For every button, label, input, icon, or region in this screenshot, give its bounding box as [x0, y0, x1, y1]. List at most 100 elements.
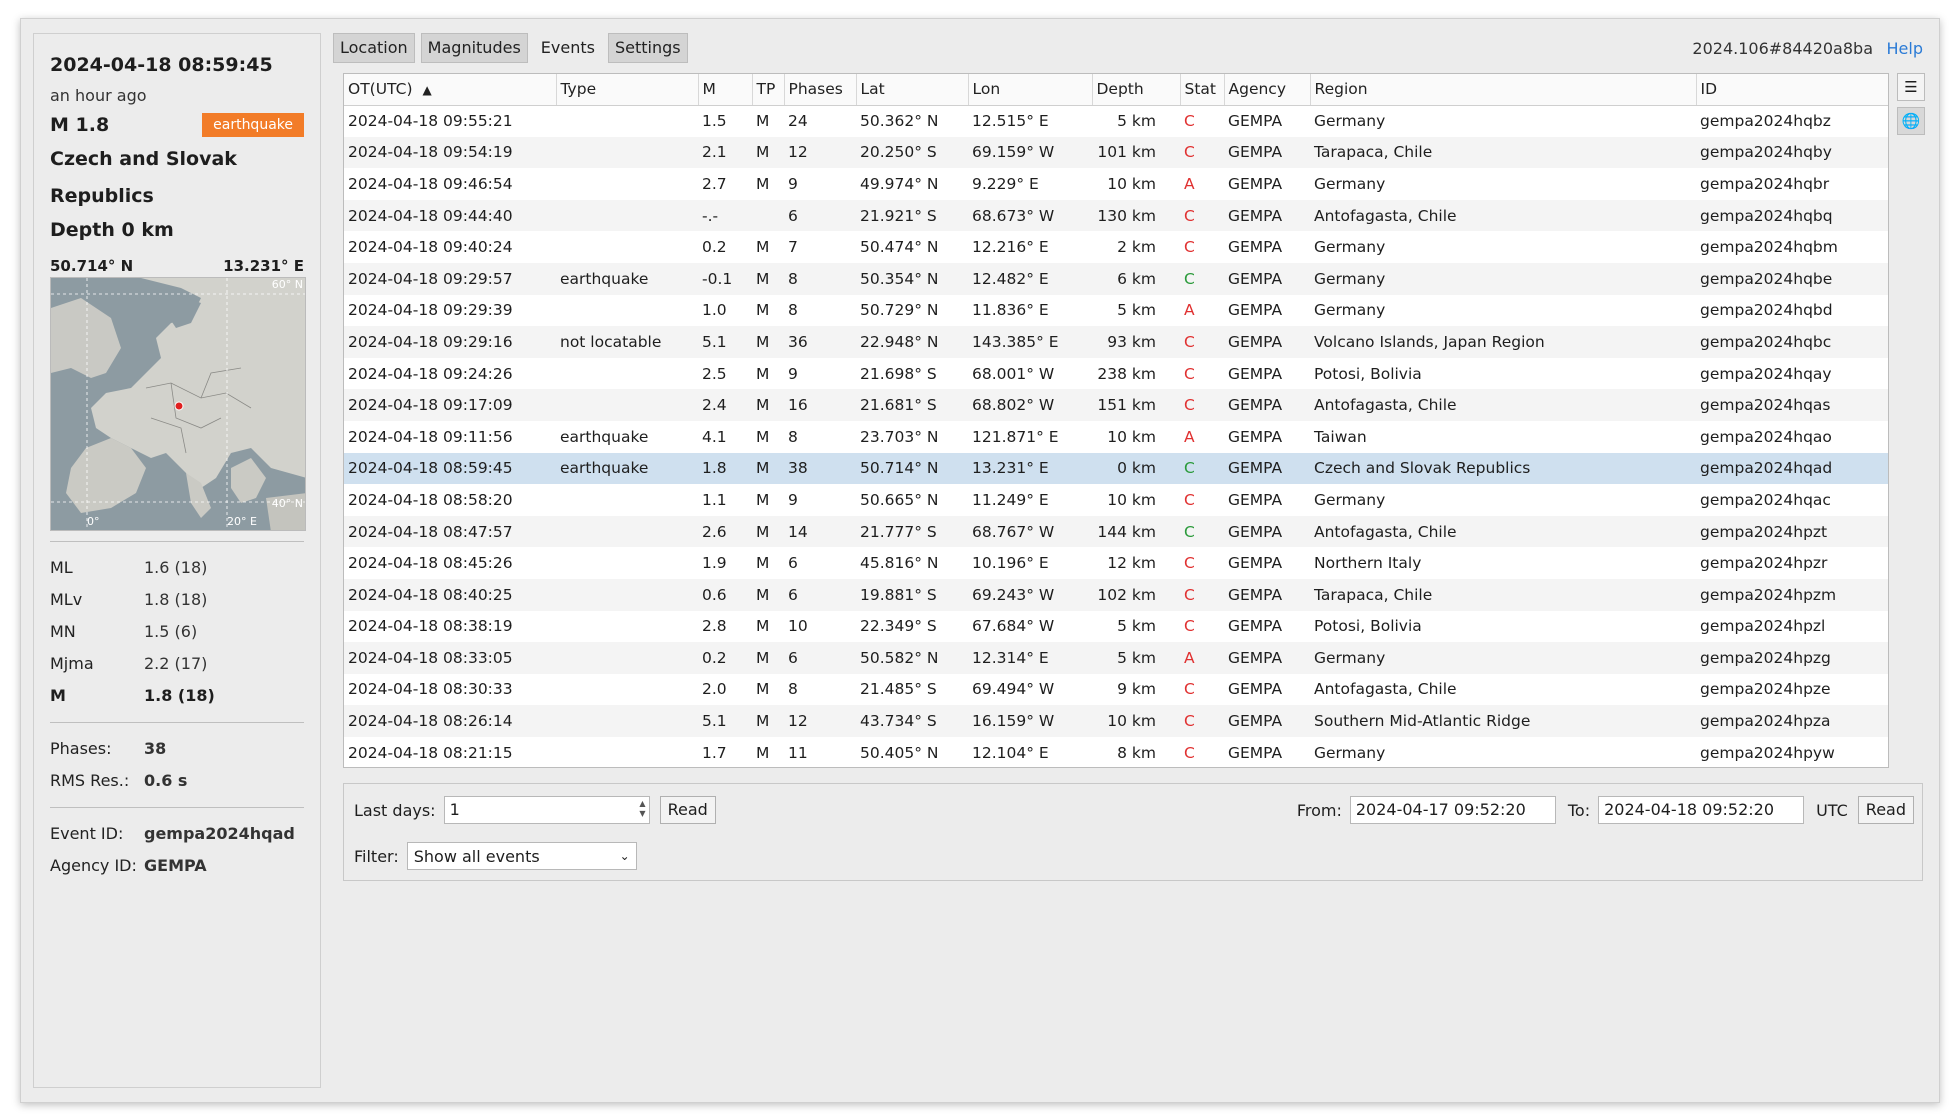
cell-region: Antofagasta, Chile [1310, 389, 1696, 421]
column-header-tp[interactable]: TP [752, 74, 785, 106]
cell-lon: 69.494° W [972, 680, 1055, 699]
table-row[interactable]: 2024-04-18 09:29:39 1.0 M 8 50.729° N 11.836°… [344, 295, 1888, 327]
column-header-type[interactable]: Type [556, 74, 699, 106]
table-row[interactable]: 2024-04-18 09:46:54 2.7 M 9 49.974° N 9.229° … [344, 168, 1888, 200]
cell-id: gempa2024hqbc [1696, 326, 1888, 358]
event-location-map[interactable]: 60° N 40° N 0° 20° E [50, 277, 306, 531]
table-row[interactable]: 2024-04-18 09:54:19 2.1 M 12 20.250° S 69.159… [344, 136, 1888, 169]
table-row[interactable]: 2024-04-18 09:11:56 earthquake 4.1 M 8 23.703… [344, 421, 1888, 453]
cell-m: 5.1 [698, 326, 752, 358]
table-row[interactable]: 2024-04-18 09:44:40 -.- 6 21.921° S 68.673° … [344, 199, 1888, 232]
table-row[interactable]: 2024-04-18 08:38:19 2.8 M 10 22.349° S 67.684… [344, 611, 1888, 643]
read-days-button[interactable]: Read [659, 796, 716, 824]
tab-location[interactable]: Location [333, 33, 415, 63]
table-row[interactable]: 2024-04-18 08:47:57 2.6 M 14 21.777° S 68.767… [344, 515, 1888, 548]
cell-region: Germany [1310, 642, 1696, 674]
column-header-region[interactable]: Region [1310, 74, 1697, 106]
tab-magnitudes[interactable]: Magnitudes [420, 33, 528, 63]
cell-id: gempa2024hpza [1696, 705, 1888, 737]
cell-depth: 238 km [1097, 364, 1156, 383]
cell-m: 0.6 [698, 578, 752, 611]
map-label-lon-left: 0° [87, 515, 100, 528]
list-view-icon[interactable]: ☰ [1897, 73, 1925, 101]
agency-id-row: Agency ID: GEMPA [50, 850, 304, 882]
magnitude-value: 2.2 (17) [144, 654, 208, 673]
table-row[interactable]: 2024-04-18 09:40:24 0.2 M 7 50.474° N 12.216°… [344, 231, 1888, 263]
cell-lat: 21.485° S [860, 680, 937, 699]
cell-agency: GEMPA [1224, 578, 1310, 611]
table-row[interactable]: 2024-04-18 09:24:26 2.5 M 9 21.698° S 68.001°… [344, 358, 1888, 390]
table-row[interactable]: 2024-04-18 09:55:21 1.5 M 24 50.362° N 12.515… [344, 105, 1888, 137]
column-header-lon[interactable]: Lon [968, 74, 1093, 106]
table-row[interactable]: 2024-04-18 08:30:33 2.0 M 8 21.485° S 69.494°… [344, 674, 1888, 706]
column-header-m[interactable]: M [698, 74, 753, 106]
cell-tp: M [752, 389, 784, 421]
cell-stat: C [1180, 515, 1224, 548]
cell-lon: 68.802° W [968, 389, 1092, 421]
globe-icon[interactable]: 🌐 [1897, 107, 1925, 135]
cell-tp: M [752, 136, 784, 169]
table-row[interactable]: 2024-04-18 08:21:15 1.7 M 11 50.405° N 12.104… [344, 737, 1888, 767]
filter-select[interactable]: Show all events ⌄ [406, 842, 637, 870]
cell-lat: 50.665° N [860, 490, 939, 509]
view-switcher: ☰ 🌐 [1897, 73, 1927, 141]
cell-phases: 6 [788, 554, 798, 573]
table-row[interactable]: 2024-04-18 08:40:25 0.6 M 6 19.881° S 69.243°… [344, 578, 1888, 611]
cell-depth: 151 km [1092, 389, 1180, 421]
column-header-stat[interactable]: Stat [1180, 74, 1225, 106]
tab-events[interactable]: Events [533, 33, 602, 63]
cell-tp [752, 199, 784, 232]
cell-stat: C [1180, 389, 1224, 421]
cell-m: 1.7 [702, 743, 727, 762]
cell-ot: 2024-04-18 09:29:57 [344, 262, 556, 295]
to-date-input[interactable]: 2024-04-18 09:52:20 [1598, 796, 1805, 824]
filter-selected-value: Show all events [413, 846, 540, 866]
tab-settings[interactable]: Settings [607, 33, 688, 63]
cell-id: gempa2024hqbz [1700, 112, 1831, 131]
column-header-agency[interactable]: Agency [1224, 74, 1311, 106]
cell-lat: 45.816° N [860, 554, 939, 573]
last-days-spinbox[interactable]: 1 [443, 796, 650, 824]
cell-depth: 5 km [1117, 617, 1156, 636]
cell-agency: GEMPA [1224, 326, 1310, 358]
cell-tp: M [752, 452, 784, 485]
from-date-input[interactable]: 2024-04-17 09:52:20 [1349, 796, 1556, 824]
cell-region: Germany [1314, 301, 1386, 320]
event-id-label: Event ID: [50, 824, 124, 843]
magnitude-list: ML 1.6 (18) MLv 1.8 (18) MN 1.5 (6) Mjma… [50, 552, 304, 712]
table-row[interactable]: 2024-04-18 08:26:14 5.1 M 12 43.734° S 16.159… [344, 705, 1888, 737]
cell-ot: 2024-04-18 08:30:33 [348, 680, 513, 699]
column-header-ot[interactable]: OT(UTC) ▲ [344, 74, 557, 106]
table-row[interactable]: 2024-04-18 09:17:09 2.4 M 16 21.681° S 68.802… [344, 389, 1888, 421]
table-row[interactable]: 2024-04-18 08:59:45 earthquake 1.8 M 38 50.71… [344, 452, 1888, 485]
help-link[interactable]: Help [1887, 39, 1923, 58]
cell-lon: 69.159° W [968, 136, 1092, 169]
read-range-button[interactable]: Read [1857, 796, 1914, 824]
cell-lon: 143.385° E [968, 326, 1092, 358]
table-row[interactable]: 2024-04-18 08:58:20 1.1 M 9 50.665° N 11.249°… [344, 484, 1888, 516]
cell-stat: C [1184, 112, 1195, 131]
table-row[interactable]: 2024-04-18 08:33:05 0.2 M 6 50.582° N 12.314°… [344, 642, 1888, 674]
spin-arrows-icon[interactable]: ▲ ▼ [639, 799, 645, 819]
magnitude-type: ML [50, 558, 73, 577]
to-label: To: [1567, 800, 1591, 820]
chevron-down-icon: ⌄ [619, 849, 630, 863]
cell-region: Taiwan [1314, 427, 1367, 446]
table-row[interactable]: 2024-04-18 09:29:16 not locatable 5.1 M 36 22… [344, 326, 1888, 358]
cell-phases: 6 [784, 199, 856, 232]
cell-region: Tarapaca, Chile [1310, 136, 1696, 169]
column-header-id[interactable]: ID [1696, 74, 1888, 106]
table-row[interactable]: 2024-04-18 08:45:26 1.9 M 6 45.816° N 10.196°… [344, 547, 1888, 579]
cell-phases: 14 [784, 515, 856, 548]
table-row[interactable]: 2024-04-18 09:29:57 earthquake -0.1 M 8 50.35… [344, 262, 1888, 295]
event-query-controls: Last days: 1 ▲ ▼ Read From: 2024-04-17 09… [343, 783, 1923, 881]
cell-phases: 8 [788, 301, 798, 320]
column-header-depth[interactable]: Depth [1092, 74, 1181, 106]
cell-lat: 50.474° N [860, 238, 939, 257]
cell-id: gempa2024hqbd [1700, 301, 1833, 320]
cell-phases: 7 [788, 238, 798, 257]
column-header-phases[interactable]: Phases [784, 74, 857, 106]
cell-depth: 10 km [1092, 705, 1180, 737]
column-header-lat[interactable]: Lat [856, 74, 969, 106]
cell-m: 5.1 [698, 705, 752, 737]
